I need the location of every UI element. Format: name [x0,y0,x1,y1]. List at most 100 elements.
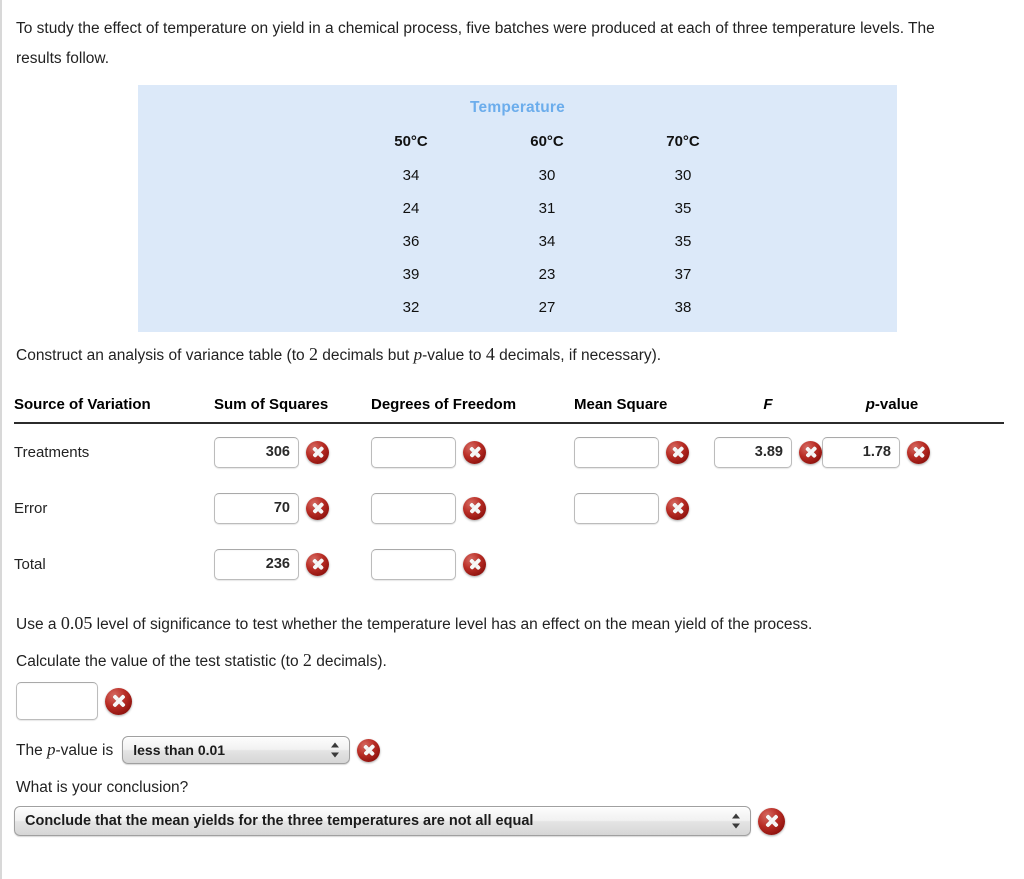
cell-value: 32 [402,299,420,316]
p-value-label-suffix: -value is [55,742,114,759]
p-value-selected-option: less than 0.01 [133,742,226,758]
significance-prefix: Use a [16,616,61,633]
conclusion-question: What is your conclusion? [16,779,189,796]
test-statistic-prefix: Calculate the value of the test statisti… [16,653,303,670]
total-sum-of-squares-input[interactable] [214,548,299,580]
stepper-arrows-icon [331,742,340,759]
header-p-rest: -value [874,396,919,413]
treatments-mean-square-input[interactable] [574,436,659,468]
error-x-icon [799,440,822,464]
table-row: 34 30 30 [138,159,997,192]
error-x-icon [357,738,381,762]
header-mean-square: Mean Square [574,396,668,413]
error-x-icon [306,496,329,520]
total-ss-cell [214,548,371,580]
header-degrees-of-freedom: Degrees of Freedom [371,396,517,413]
anova-row-treatments: Treatments [14,424,1004,480]
construct-part1: Construct an analysis of variance table … [16,347,309,364]
p-value-label-italic: p [47,740,56,759]
construct-part4: decimals, if necessary). [494,347,662,364]
anova-row-error: Error [14,480,1004,536]
data-table: 50°C 60°C 70°C 34 30 30 24 31 35 36 34 3… [138,127,997,324]
p-value-row: The p-value is less than 0.01 [16,736,381,764]
error-x-icon [758,807,785,835]
temperature-data-table: Temperature 50°C 60°C 70°C 34 30 30 24 3… [138,85,897,332]
significance-suffix: level of significance to test whether th… [92,616,813,633]
treatments-f-input[interactable] [714,436,792,468]
column-header-60c: 60°C [530,133,564,150]
cell-value: 39 [402,266,420,283]
error-x-icon [463,496,486,520]
header-p-italic: p [865,396,875,413]
construct-instruction: Construct an analysis of variance table … [16,344,661,365]
error-x-icon [306,440,329,464]
p-value-select[interactable]: less than 0.01 [122,736,351,764]
cell-value: 30 [674,167,692,184]
error-sum-of-squares-input[interactable] [214,492,299,524]
anova-header-row: Source of Variation Sum of Squares Degre… [14,396,1004,424]
treatments-p-cell [822,436,962,468]
cell-value: 35 [674,233,692,250]
table-row: 36 34 35 [138,225,997,258]
construct-part3: -value to [422,347,486,364]
table-row: 24 31 35 [138,192,997,225]
data-table-tail [751,127,997,159]
significance-level: 0.05 [60,613,93,633]
column-header-70c: 70°C [666,133,700,150]
treatments-ms-cell [574,436,714,468]
cell-value: 37 [674,266,692,283]
error-x-icon [463,440,486,464]
row-label-error: Error [14,499,48,517]
cell-value: 38 [674,299,692,316]
stepper-arrows-icon [732,813,741,830]
significance-instruction: Use a 0.05 level of significance to test… [16,613,812,634]
p-value-label: The p-value is [16,740,113,760]
treatments-degrees-of-freedom-input[interactable] [371,436,456,468]
cell-value: 30 [538,167,556,184]
p-value-label-prefix: The [16,742,48,759]
table-row: 39 23 37 [138,258,997,291]
treatments-df-cell [371,436,574,468]
cell-value: 23 [538,266,556,283]
treatments-sum-of-squares-input[interactable] [214,436,299,468]
data-table-header-row: 50°C 60°C 70°C [138,127,997,159]
error-mean-square-input[interactable] [574,492,659,524]
construct-decimals-1: 2 [308,344,318,364]
table-row: 32 27 38 [138,291,997,324]
test-statistic-suffix: decimals). [311,653,387,670]
total-degrees-of-freedom-input[interactable] [371,548,456,580]
row-tail [751,159,997,192]
cell-value: 36 [402,233,420,250]
data-table-body: 34 30 30 24 31 35 36 34 35 39 23 37 32 2… [138,159,997,324]
treatments-f-cell [714,436,822,468]
data-table-corner [138,127,343,159]
error-ms-cell [574,492,714,524]
row-spacer [138,192,343,225]
error-degrees-of-freedom-input[interactable] [371,492,456,524]
error-x-icon [666,440,689,464]
row-label-total: Total [14,555,46,573]
row-tail [751,258,997,291]
construct-part2: decimals but [317,347,414,364]
test-statistic-input[interactable] [16,682,98,720]
conclusion-row: Conclude that the mean yields for the th… [14,806,785,836]
conclusion-select[interactable]: Conclude that the mean yields for the th… [14,806,751,836]
total-df-cell [371,548,574,580]
header-source-of-variation: Source of Variation [14,396,151,413]
error-x-icon [463,552,486,576]
row-spacer [138,258,343,291]
intro-paragraph: To study the effect of temperature on yi… [16,20,935,67]
header-sum-of-squares: Sum of Squares [214,396,329,413]
treatments-p-value-input[interactable] [822,436,900,468]
test-statistic-decimals: 2 [302,650,312,670]
header-f: F [763,396,773,413]
data-table-title: Temperature [470,99,565,116]
column-header-50c: 50°C [394,133,428,150]
row-tail [751,192,997,225]
test-statistic-prompt: Calculate the value of the test statisti… [16,650,387,671]
conclusion-selected-option: Conclude that the mean yields for the th… [25,813,534,829]
header-p-value: p-value [822,396,962,413]
error-x-icon [105,687,132,715]
cell-value: 34 [538,233,556,250]
test-statistic-row [16,682,132,720]
